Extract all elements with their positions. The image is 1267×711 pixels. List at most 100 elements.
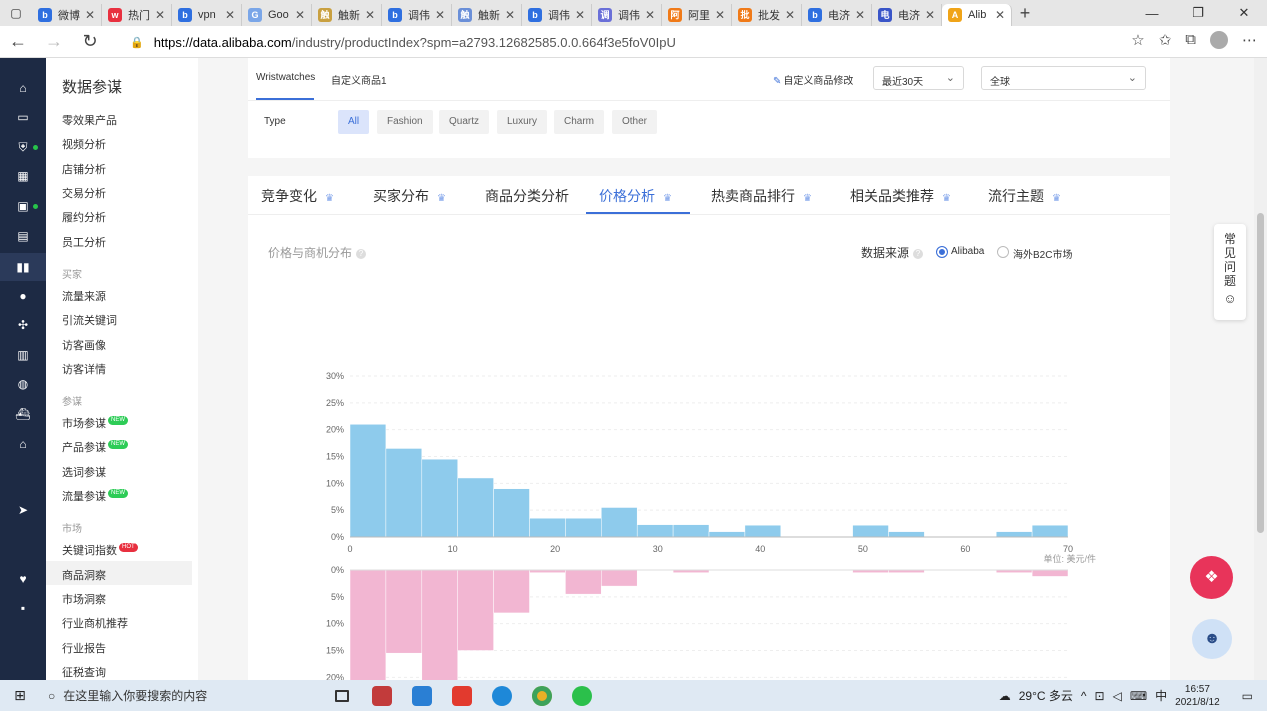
sidebar-item[interactable]: 店铺分析 <box>62 161 106 177</box>
close-tab-icon[interactable]: ✕ <box>785 8 795 22</box>
volume-icon[interactable]: ◁ <box>1113 689 1122 703</box>
close-tab-icon[interactable]: ✕ <box>85 8 95 22</box>
browser-tab[interactable]: w 热门 ✕ <box>102 3 172 26</box>
tab-competition[interactable]: 竞争变化 ♛ <box>261 186 334 206</box>
clock[interactable]: 16:57 2021/8/12 <box>1175 683 1220 709</box>
browser-tab[interactable]: 触触新 ✕ <box>452 3 522 26</box>
region-select[interactable]: 全球 ⌄ <box>981 66 1146 90</box>
close-tab-icon[interactable]: ✕ <box>505 8 515 22</box>
ship-icon[interactable]: ⛴ <box>15 406 31 422</box>
sidebar-item[interactable]: 产品参谋 NEW <box>62 439 128 455</box>
app-icon-edge[interactable] <box>482 680 522 711</box>
tab-related-categories[interactable]: 相关品类推荐 ♛ <box>850 186 951 206</box>
sidebar-item[interactable]: 零效果产品 <box>62 112 117 128</box>
ime-indicator[interactable]: 中 <box>1155 687 1167 704</box>
app-icon-video[interactable] <box>362 680 402 711</box>
forward-icon[interactable]: → <box>36 31 72 52</box>
browser-tab[interactable]: b 微博 ✕ <box>32 3 102 26</box>
edit-custom-product-link[interactable]: ✎ 自定义商品修改 <box>773 72 853 87</box>
tab-actions-icon[interactable]: ▢ <box>0 0 32 26</box>
type-chip-other[interactable]: Other <box>612 110 658 134</box>
app-icon-wps[interactable] <box>442 680 482 711</box>
type-chip-luxury[interactable]: Luxury <box>497 110 548 134</box>
browser-tab[interactable]: b 调伟 ✕ <box>382 3 452 26</box>
bank-icon[interactable]: ⌂ <box>15 436 31 452</box>
browser-tab[interactable]: b 电济 ✕ <box>802 3 872 26</box>
close-tab-icon[interactable]: ✕ <box>855 8 865 22</box>
task-view-icon[interactable] <box>322 680 362 711</box>
sidebar-item[interactable]: 视频分析 <box>62 136 106 152</box>
close-tab-icon[interactable]: ✕ <box>435 8 445 22</box>
page-scrollbar[interactable] <box>1254 58 1267 680</box>
assistant-robot-icon[interactable]: ☻ <box>1192 619 1232 659</box>
scrollbar-thumb[interactable] <box>1257 213 1264 533</box>
maximize-icon[interactable]: ❐ <box>1175 0 1221 26</box>
type-chip-all[interactable]: All <box>338 110 370 134</box>
tab-trending-themes[interactable]: 流行主题 ♛ <box>988 186 1061 206</box>
sidebar-item[interactable]: 市场洞察 <box>62 591 106 607</box>
calendar-icon[interactable]: ▣ <box>15 198 31 214</box>
sidebar-item[interactable]: 流量来源 <box>62 288 106 304</box>
message-icon[interactable]: ▤ <box>15 228 31 244</box>
data-chart-icon[interactable]: ▮▮ <box>0 253 46 281</box>
notification-icon[interactable]: ▭ <box>1242 689 1253 703</box>
refresh-icon[interactable]: ↻ <box>72 31 108 52</box>
briefcase-icon[interactable]: ▪ <box>15 600 31 616</box>
app-icon-wechat[interactable] <box>562 680 602 711</box>
collections-icon[interactable]: ⧉ <box>1185 31 1196 49</box>
new-tab-button[interactable]: + <box>1012 3 1038 24</box>
windows-start-icon[interactable]: ⊞ <box>0 687 40 704</box>
source-radio-b2c[interactable] <box>997 246 1009 258</box>
tab-price-analysis[interactable]: 价格分析 ♛ <box>599 186 672 206</box>
tab-buyer-distribution[interactable]: 买家分布 ♛ <box>373 186 446 206</box>
sidebar-item[interactable]: 流量参谋 NEW <box>62 488 128 504</box>
sidebar-item[interactable]: 关键词指数 HOT <box>62 542 138 558</box>
profile-avatar[interactable] <box>1210 31 1228 49</box>
sidebar-item[interactable]: 交易分析 <box>62 185 106 201</box>
more-menu-icon[interactable]: ⋯ <box>1242 31 1257 49</box>
source-radio-alibaba[interactable] <box>936 246 948 258</box>
favorites-icon[interactable]: ✩ <box>1159 31 1172 49</box>
browser-tab[interactable]: 电电济 ✕ <box>872 3 942 26</box>
type-chip-charm[interactable]: Charm <box>554 110 605 134</box>
tab-custom-product[interactable]: 自定义商品1 <box>331 72 387 87</box>
sidebar-item-active[interactable]: 商品洞察 <box>62 567 106 583</box>
app-icon-chrome[interactable] <box>522 680 562 711</box>
shield-icon[interactable]: ⛨ <box>15 139 31 155</box>
taskbar-search[interactable]: ○ 在这里输入你要搜索的内容 <box>40 680 318 711</box>
back-icon[interactable]: ← <box>0 31 36 52</box>
home-icon[interactable]: ⌂ <box>15 80 31 96</box>
close-tab-icon[interactable]: ✕ <box>645 8 655 22</box>
apps-icon[interactable]: ▦ <box>15 168 31 184</box>
sidebar-item[interactable]: 市场参谋 NEW <box>62 415 128 431</box>
type-chip-quartz[interactable]: Quartz <box>439 110 490 134</box>
sidebar-item[interactable]: 选词参谋 <box>62 464 106 480</box>
heart-icon[interactable]: ♥ <box>15 571 31 587</box>
browser-tab[interactable]: b 调伟 ✕ <box>522 3 592 26</box>
close-tab-icon[interactable]: ✕ <box>365 8 375 22</box>
browser-tab[interactable]: 阿阿里 ✕ <box>662 3 732 26</box>
sidebar-item[interactable]: 员工分析 <box>62 234 106 250</box>
browser-tab[interactable]: 调调伟 ✕ <box>592 3 662 26</box>
weather-text[interactable]: 29°C 多云 <box>1019 687 1073 704</box>
tab-category-analysis[interactable]: 商品分类分析 <box>485 186 569 206</box>
close-tab-icon[interactable]: ✕ <box>925 8 935 22</box>
close-tab-icon[interactable]: ✕ <box>715 8 725 22</box>
sidebar-item[interactable]: 访客画像 <box>62 337 106 353</box>
sidebar-item[interactable]: 行业报告 <box>62 640 106 656</box>
period-select[interactable]: 最近30天 ⌄ <box>873 66 964 90</box>
tray-chevron-icon[interactable]: ^ <box>1081 689 1087 703</box>
sidebar-item[interactable]: 履约分析 <box>62 209 106 225</box>
sidebar-item[interactable]: 行业商机推荐 <box>62 615 128 631</box>
send-icon[interactable]: ➤ <box>15 502 31 518</box>
globe-icon[interactable]: ◍ <box>15 376 31 392</box>
browser-tab[interactable]: 批批发 ✕ <box>732 3 802 26</box>
close-tab-icon[interactable]: ✕ <box>575 8 585 22</box>
close-tab-icon[interactable]: ✕ <box>225 8 235 22</box>
url-field[interactable]: 🔒 https://data.alibaba.com/industry/prod… <box>118 30 1108 54</box>
browser-tab[interactable]: 触触新 ✕ <box>312 3 382 26</box>
browser-tab[interactable]: b vpn ✕ <box>172 3 242 26</box>
sidebar-item[interactable]: 访客详情 <box>62 361 106 377</box>
help-icon[interactable]: ? <box>913 249 924 259</box>
users-icon[interactable]: ● <box>15 288 31 304</box>
